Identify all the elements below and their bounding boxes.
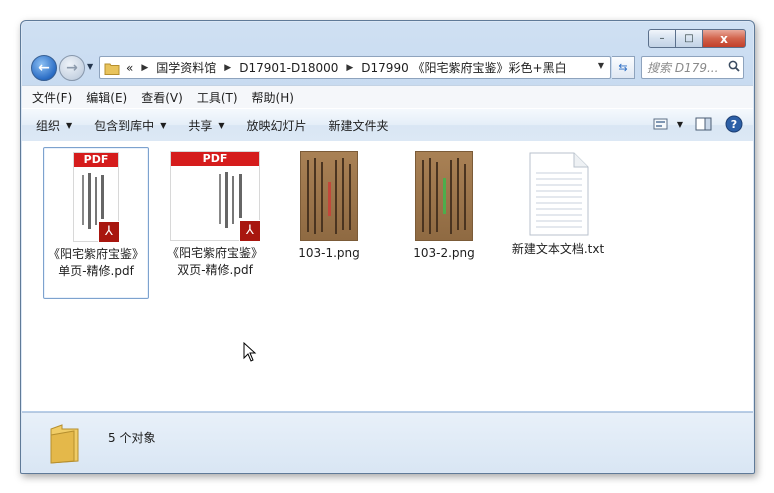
command-bar: 组织 ▼ 包含到库中 ▼ 共享 ▼ 放映幻灯片 新建文件夹 ▼ ? bbox=[22, 108, 753, 142]
new-folder-label: 新建文件夹 bbox=[328, 118, 389, 133]
menu-bar: 文件(F) 编辑(E) 查看(V) 工具(T) 帮助(H) bbox=[22, 85, 753, 108]
image-thumbnail bbox=[300, 151, 358, 241]
file-item-pdf-single[interactable]: PDF ⅄ 《阳宅紫府宝鉴》单页-精修.pdf bbox=[43, 147, 149, 299]
menu-file[interactable]: 文件(F) bbox=[32, 89, 72, 106]
address-bar[interactable]: « ▶ 国学资料馆 ▶ D17901-D18000 ▶ D17990 《阳宅紫府… bbox=[99, 56, 611, 79]
chevron-down-icon[interactable]: ▼ bbox=[598, 61, 604, 70]
file-item-txt[interactable]: 新建文本文档.txt bbox=[506, 147, 610, 297]
text-file-icon bbox=[526, 151, 590, 237]
acrobat-icon: ⅄ bbox=[98, 221, 120, 243]
organize-label: 组织 bbox=[36, 118, 61, 133]
item-count: 5 个对象 bbox=[108, 431, 156, 445]
view-controls: ▼ ? bbox=[641, 115, 743, 133]
maximize-button[interactable]: □ bbox=[675, 29, 703, 48]
chevron-right-icon[interactable]: ▶ bbox=[141, 63, 148, 73]
refresh-icon: ⇆ bbox=[618, 61, 628, 74]
svg-text:?: ? bbox=[731, 118, 737, 131]
help-icon: ? bbox=[725, 115, 743, 133]
chevron-right-icon[interactable]: ▶ bbox=[346, 63, 353, 73]
preview-pane-icon bbox=[695, 117, 712, 130]
chevron-right-icon[interactable]: ▶ bbox=[224, 63, 231, 73]
breadcrumb-item[interactable]: D17901-D18000 bbox=[239, 61, 338, 75]
close-button[interactable]: x bbox=[702, 29, 746, 48]
organize-button[interactable]: 组织 ▼ bbox=[36, 117, 72, 134]
breadcrumb-overflow[interactable]: « bbox=[126, 61, 133, 75]
file-name: 《阳宅紫府宝鉴》单页-精修.pdf bbox=[48, 247, 145, 278]
chevron-down-icon: ▼ bbox=[160, 120, 167, 130]
menu-edit[interactable]: 编辑(E) bbox=[86, 89, 127, 106]
breadcrumb-item[interactable]: D17990 《阳宅紫府宝鉴》彩色+黑白 bbox=[361, 59, 566, 76]
search-icon[interactable] bbox=[725, 60, 743, 75]
details-pane: 5 个对象 bbox=[22, 412, 753, 472]
menu-tools[interactable]: 工具(T) bbox=[197, 89, 238, 106]
slideshow-button[interactable]: 放映幻灯片 bbox=[247, 117, 307, 134]
share-label: 共享 bbox=[188, 118, 213, 133]
recent-pages-dropdown-icon[interactable]: ▼ bbox=[87, 62, 93, 71]
minimize-button[interactable]: – bbox=[648, 29, 676, 48]
file-item-pdf-double[interactable]: PDF ⅄ 《阳宅紫府宝鉴》双页-精修.pdf bbox=[163, 147, 267, 297]
include-in-library-label: 包含到库中 bbox=[94, 118, 155, 133]
refresh-button[interactable]: ⇆ bbox=[612, 56, 635, 79]
pdf-badge: PDF bbox=[171, 152, 259, 166]
file-name: 新建文本文档.txt bbox=[511, 242, 605, 256]
slideshow-label: 放映幻灯片 bbox=[246, 118, 307, 133]
image-thumbnail bbox=[415, 151, 473, 241]
folder-icon bbox=[104, 62, 120, 75]
preview-pane-button[interactable] bbox=[695, 117, 713, 132]
navigation-bar: ← → ▼ « ▶ 国学资料馆 ▶ D17901-D18000 ▶ D17990… bbox=[29, 54, 746, 84]
search-placeholder: 搜索 D179... bbox=[647, 61, 719, 75]
breadcrumb-item[interactable]: 国学资料馆 bbox=[156, 59, 216, 76]
file-name: 《阳宅紫府宝鉴》双页-精修.pdf bbox=[167, 246, 264, 277]
file-list: PDF ⅄ 《阳宅紫府宝鉴》单页-精修.pdf PDF ⅄ 《阳宅紫府宝鉴》双页… bbox=[22, 141, 753, 411]
caption-buttons: – □ x bbox=[648, 29, 746, 48]
folder-icon bbox=[48, 423, 80, 464]
mouse-cursor-icon bbox=[243, 341, 257, 365]
new-folder-button[interactable]: 新建文件夹 bbox=[329, 117, 389, 134]
pdf-file-icon: PDF ⅄ bbox=[73, 152, 120, 243]
file-name: 103-2.png bbox=[413, 246, 475, 260]
explorer-window: – □ x ← → ▼ « ▶ 国学资料馆 ▶ D17901-D18000 ▶ … bbox=[20, 20, 755, 474]
menu-help[interactable]: 帮助(H) bbox=[252, 89, 294, 106]
menu-view[interactable]: 查看(V) bbox=[141, 89, 183, 106]
acrobat-icon: ⅄ bbox=[239, 220, 261, 242]
include-in-library-button[interactable]: 包含到库中 ▼ bbox=[94, 117, 166, 134]
pdf-file-icon: PDF ⅄ bbox=[170, 151, 261, 242]
file-item-png-1[interactable]: 103-1.png bbox=[277, 147, 381, 297]
pdf-badge: PDF bbox=[74, 153, 118, 167]
help-button[interactable]: ? bbox=[725, 115, 743, 133]
share-button[interactable]: 共享 ▼ bbox=[188, 117, 224, 134]
chevron-down-icon: ▼ bbox=[676, 119, 683, 129]
view-icon bbox=[653, 118, 668, 130]
chevron-down-icon: ▼ bbox=[218, 120, 225, 130]
file-item-png-2[interactable]: 103-2.png bbox=[392, 147, 496, 297]
forward-button[interactable]: → bbox=[59, 55, 85, 81]
chevron-down-icon: ▼ bbox=[66, 120, 73, 130]
search-input[interactable]: 搜索 D179... bbox=[641, 56, 744, 79]
back-button[interactable]: ← bbox=[31, 55, 57, 81]
change-view-button[interactable]: ▼ bbox=[653, 117, 683, 131]
file-name: 103-1.png bbox=[298, 246, 360, 260]
